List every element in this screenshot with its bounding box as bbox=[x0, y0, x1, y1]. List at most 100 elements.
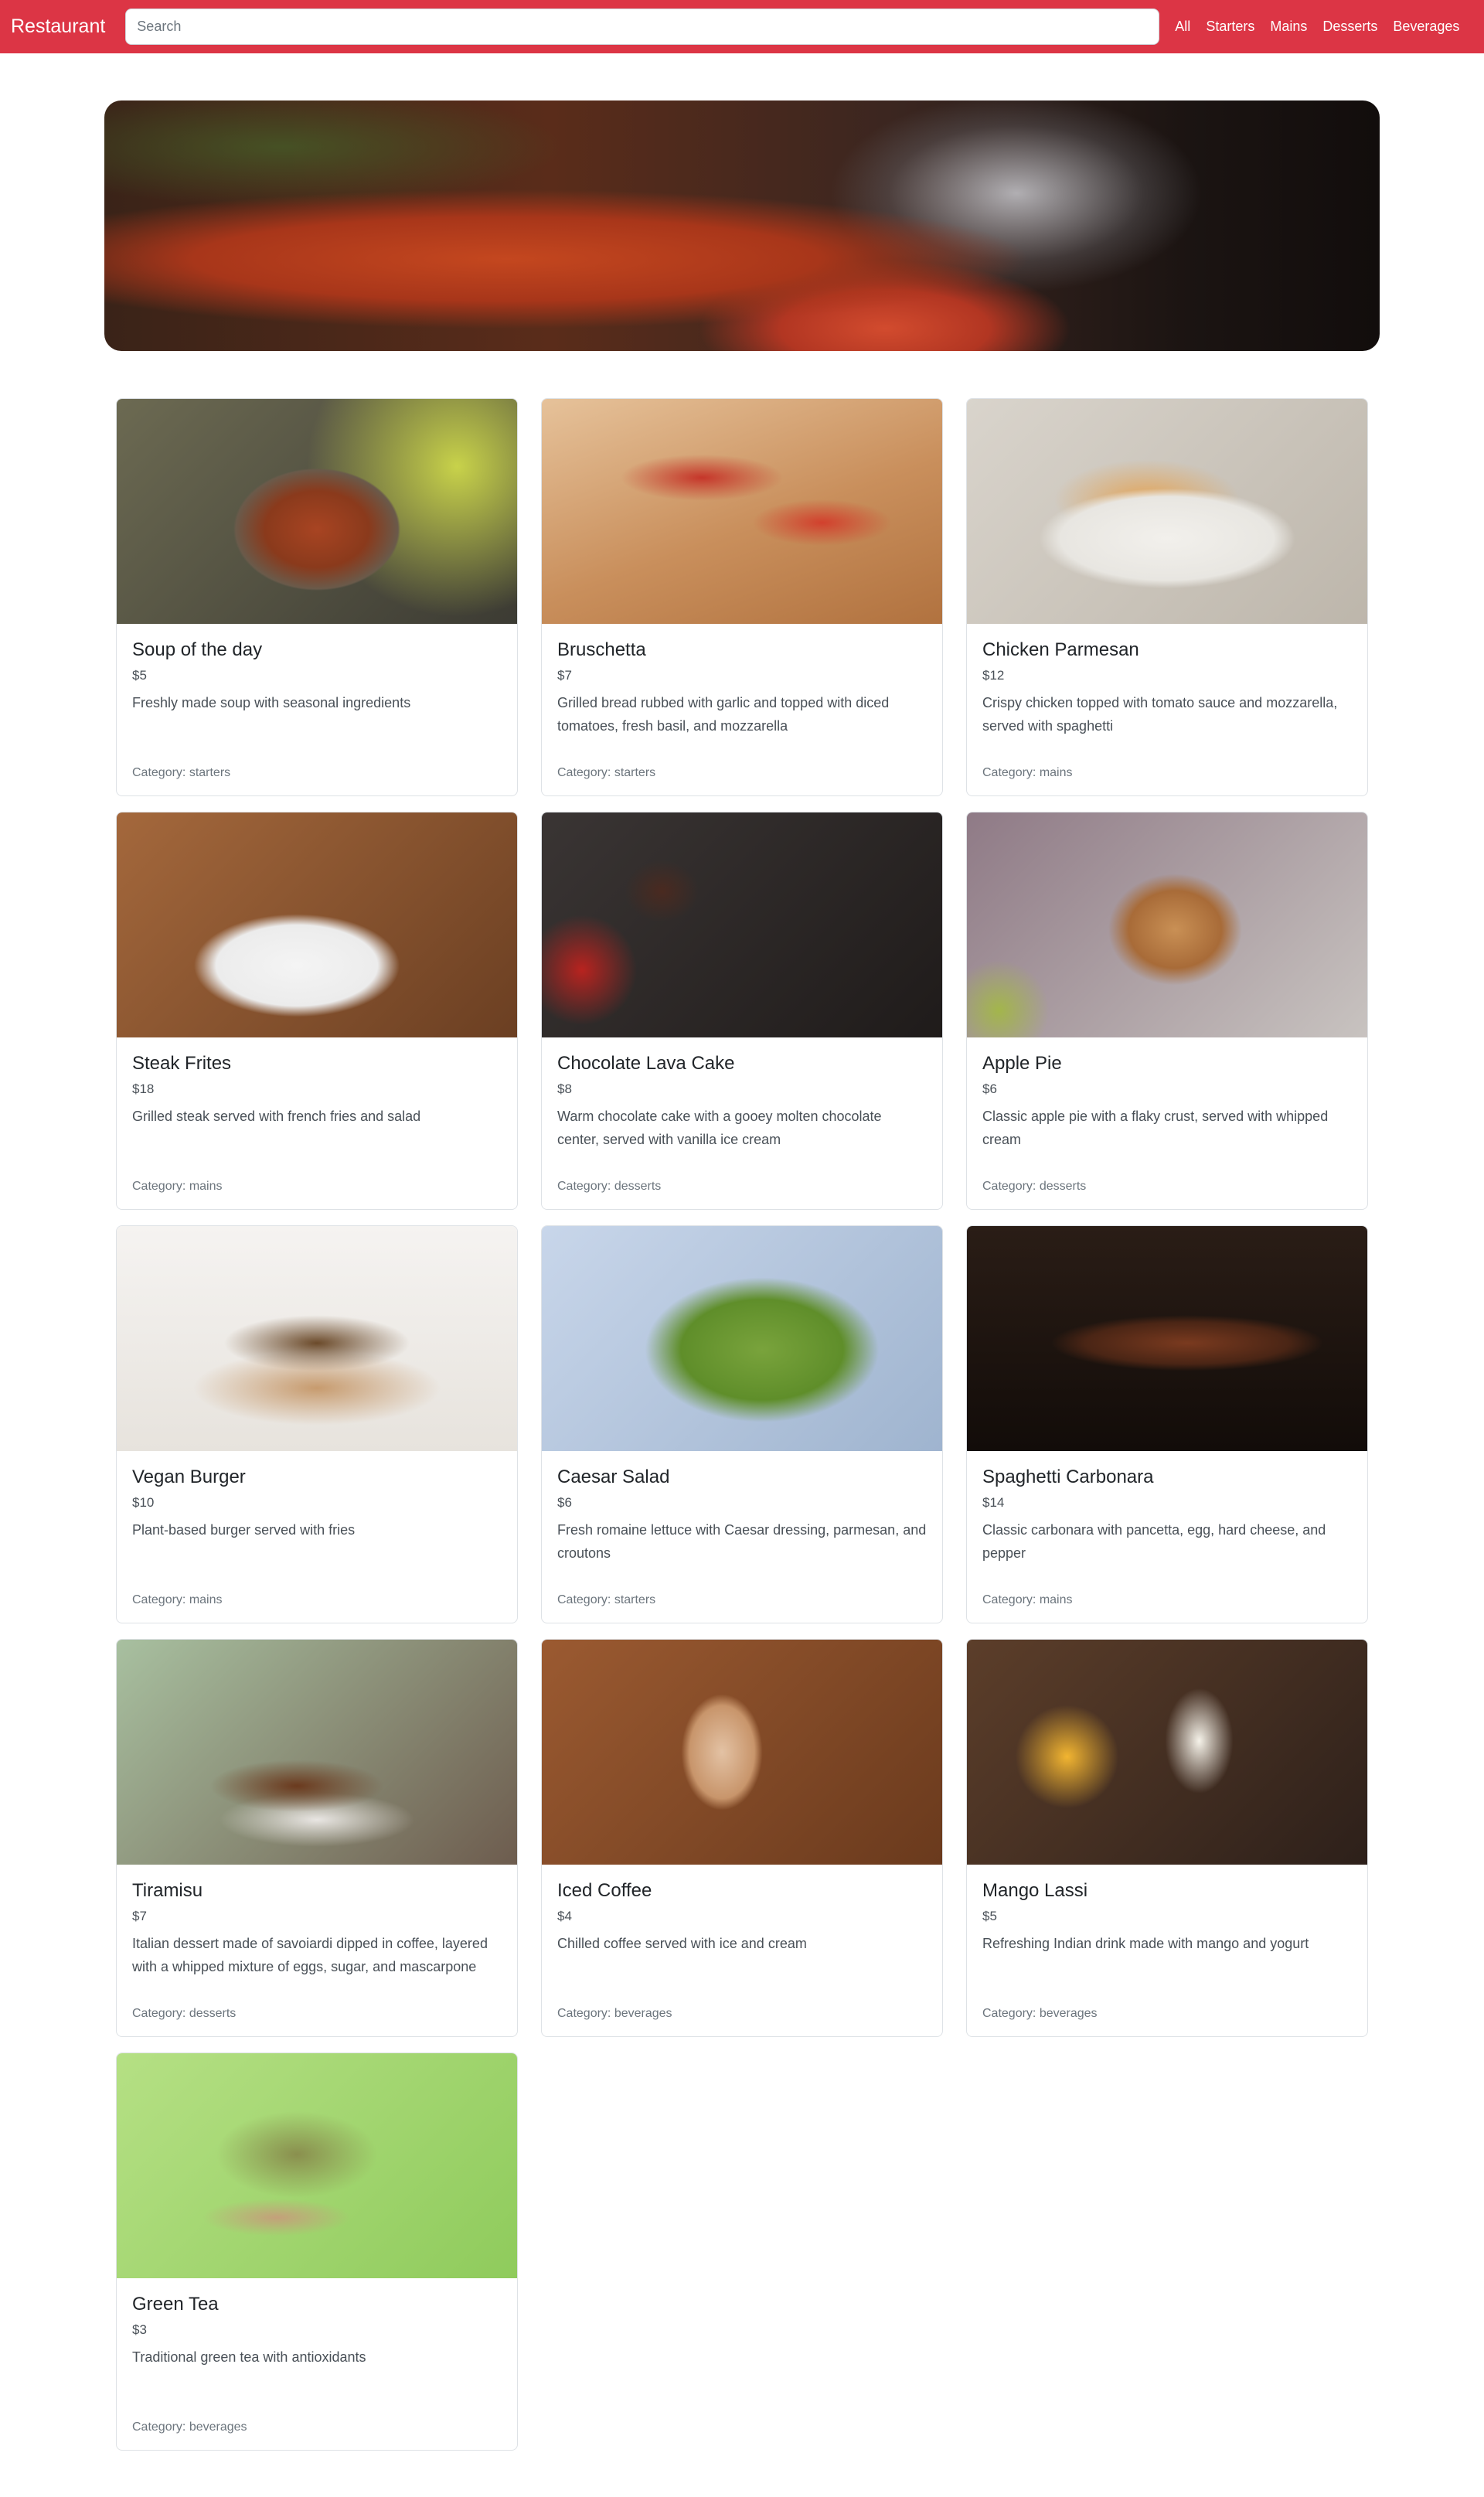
menu-item-body: Chocolate Lava Cake $8 Warm chocolate cake… bbox=[542, 1037, 942, 1209]
menu-item-category: Category: desserts bbox=[982, 1180, 1087, 1193]
menu-item-description: Refreshing Indian drink made with mango … bbox=[982, 1935, 1309, 1951]
menu-item-name: Vegan Burger bbox=[132, 1467, 246, 1487]
menu-item-image bbox=[967, 1640, 1367, 1865]
menu-item-description: Plant-based burger served with fries bbox=[132, 1521, 356, 1538]
menu-item-price: $6 bbox=[982, 1081, 997, 1096]
menu-item-card[interactable]: Chicken Parmesan $12 Crispy chicken topped… bbox=[966, 398, 1368, 796]
brand-logo[interactable]: Restaurant bbox=[11, 17, 105, 36]
menu-item-price: $5 bbox=[132, 667, 147, 683]
nav-link-starters[interactable]: Starters bbox=[1198, 19, 1262, 35]
menu-item-card[interactable]: Green Tea $3 Traditional green tea with an… bbox=[116, 2052, 518, 2451]
hero-banner-image bbox=[104, 100, 1380, 351]
menu-item-description: Italian dessert made of savoiardi dipped… bbox=[132, 1935, 488, 1974]
menu-item-description: Classic carbonara with pancetta, egg, ha… bbox=[982, 1521, 1326, 1561]
menu-item-category: Category: desserts bbox=[132, 2007, 237, 2020]
menu-item-body: Chicken Parmesan $12 Crispy chicken topped… bbox=[967, 624, 1367, 795]
menu-item-name: Bruschetta bbox=[557, 639, 646, 660]
menu-item-card[interactable]: Bruschetta $7 Grilled bread rubbed with ga… bbox=[541, 398, 943, 796]
menu-item-description: Warm chocolate cake with a gooey molten … bbox=[557, 1108, 882, 1147]
menu-item-image bbox=[967, 399, 1367, 624]
nav-link-desserts[interactable]: Desserts bbox=[1315, 19, 1385, 35]
menu-item-name: Caesar Salad bbox=[557, 1467, 670, 1487]
menu-item-name: Green Tea bbox=[132, 2294, 219, 2315]
menu-item-card[interactable]: Mango Lassi $5 Refreshing Indian drink mad… bbox=[966, 1639, 1368, 2037]
menu-item-name: Tiramisu bbox=[132, 1880, 203, 1901]
menu-item-description: Freshly made soup with seasonal ingredie… bbox=[132, 694, 411, 710]
menu-item-body: Caesar Salad $6 Fresh romaine lettuce with… bbox=[542, 1451, 942, 1623]
menu-item-category: Category: mains bbox=[132, 1180, 223, 1193]
menu-item-image bbox=[542, 399, 942, 624]
menu-item-body: Iced Coffee $4 Chilled coffee served with … bbox=[542, 1865, 942, 2036]
menu-item-description: Crispy chicken topped with tomato sauce … bbox=[982, 694, 1338, 734]
menu-item-image bbox=[967, 812, 1367, 1037]
menu-item-card[interactable]: Tiramisu $7 Italian dessert made of savoia… bbox=[116, 1639, 518, 2037]
menu-item-image bbox=[542, 812, 942, 1037]
menu-item-name: Chocolate Lava Cake bbox=[557, 1053, 735, 1074]
menu-item-image bbox=[542, 1226, 942, 1451]
menu-item-image bbox=[117, 1226, 517, 1451]
menu-item-body: Soup of the day $5 Freshly made soup with … bbox=[117, 624, 517, 795]
menu-item-price: $10 bbox=[132, 1494, 155, 1510]
menu-item-category: Category: mains bbox=[132, 1593, 223, 1606]
menu-item-body: Tiramisu $7 Italian dessert made of savoia… bbox=[117, 1865, 517, 2036]
navbar: Restaurant All Starters Mains Desserts B… bbox=[0, 0, 1484, 53]
menu-item-category: Category: beverages bbox=[982, 2007, 1098, 2020]
menu-item-name: Mango Lassi bbox=[982, 1880, 1088, 1901]
menu-item-price: $5 bbox=[982, 1908, 997, 1923]
search-input[interactable] bbox=[125, 9, 1160, 45]
menu-item-price: $7 bbox=[557, 667, 572, 683]
menu-item-card[interactable]: Soup of the day $5 Freshly made soup with … bbox=[116, 398, 518, 796]
menu-item-image bbox=[117, 1640, 517, 1865]
menu-item-description: Grilled bread rubbed with garlic and top… bbox=[557, 694, 890, 734]
menu-item-card[interactable]: Vegan Burger $10 Plant-based burger served… bbox=[116, 1225, 518, 1623]
menu-item-body: Mango Lassi $5 Refreshing Indian drink mad… bbox=[967, 1865, 1367, 2036]
menu-item-body: Bruschetta $7 Grilled bread rubbed with ga… bbox=[542, 624, 942, 795]
menu-item-body: Green Tea $3 Traditional green tea with an… bbox=[117, 2278, 517, 2450]
menu-item-price: $12 bbox=[982, 667, 1005, 683]
nav-link-mains[interactable]: Mains bbox=[1262, 19, 1315, 35]
menu-item-description: Classic apple pie with a flaky crust, se… bbox=[982, 1108, 1329, 1147]
nav-link-beverages[interactable]: Beverages bbox=[1385, 19, 1467, 35]
menu-item-category: Category: starters bbox=[557, 1593, 656, 1606]
menu-item-price: $4 bbox=[557, 1908, 572, 1923]
menu-item-category: Category: beverages bbox=[557, 2007, 672, 2020]
menu-item-name: Iced Coffee bbox=[557, 1880, 652, 1901]
menu-item-card[interactable]: Caesar Salad $6 Fresh romaine lettuce with… bbox=[541, 1225, 943, 1623]
menu-item-card[interactable]: Iced Coffee $4 Chilled coffee served with … bbox=[541, 1639, 943, 2037]
menu-item-price: $8 bbox=[557, 1081, 572, 1096]
menu-item-image bbox=[542, 1640, 942, 1865]
menu-item-name: Spaghetti Carbonara bbox=[982, 1467, 1154, 1487]
menu-item-category: Category: starters bbox=[557, 766, 656, 779]
menu-item-card[interactable]: Steak Frites $18 Grilled steak served with… bbox=[116, 812, 518, 1210]
menu-item-image bbox=[117, 2053, 517, 2278]
menu-item-name: Chicken Parmesan bbox=[982, 639, 1139, 660]
menu-item-category: Category: starters bbox=[132, 766, 231, 779]
menu-item-category: Category: beverages bbox=[132, 2420, 247, 2434]
menu-item-name: Steak Frites bbox=[132, 1053, 232, 1074]
menu-item-price: $6 bbox=[557, 1494, 572, 1510]
menu-item-price: $14 bbox=[982, 1494, 1005, 1510]
menu-item-category: Category: mains bbox=[982, 1593, 1073, 1606]
menu-item-body: Apple Pie $6 Classic apple pie with a flak… bbox=[967, 1037, 1367, 1209]
menu-item-description: Traditional green tea with antioxidants bbox=[132, 2349, 366, 2365]
menu-item-body: Vegan Burger $10 Plant-based burger served… bbox=[117, 1451, 517, 1623]
menu-item-category: Category: desserts bbox=[557, 1180, 662, 1193]
menu-item-category: Category: mains bbox=[982, 766, 1073, 779]
menu-item-name: Apple Pie bbox=[982, 1053, 1062, 1074]
menu-item-image bbox=[117, 399, 517, 624]
menu-item-image bbox=[117, 812, 517, 1037]
menu-item-image bbox=[967, 1226, 1367, 1451]
menu-item-price: $7 bbox=[132, 1908, 147, 1923]
menu-item-description: Fresh romaine lettuce with Caesar dressi… bbox=[557, 1521, 927, 1561]
menu-item-card[interactable]: Chocolate Lava Cake $8 Warm chocolate cake… bbox=[541, 812, 943, 1210]
menu-item-price: $18 bbox=[132, 1081, 155, 1096]
menu-item-name: Soup of the day bbox=[132, 639, 263, 660]
menu-item-card[interactable]: Spaghetti Carbonara $14 Classic carbonara … bbox=[966, 1225, 1368, 1623]
menu-item-card[interactable]: Apple Pie $6 Classic apple pie with a flak… bbox=[966, 812, 1368, 1210]
menu-item-description: Chilled coffee served with ice and cream bbox=[557, 1935, 807, 1951]
nav-link-all[interactable]: All bbox=[1167, 19, 1198, 35]
menu-item-description: Grilled steak served with french fries a… bbox=[132, 1108, 421, 1124]
menu-item-body: Steak Frites $18 Grilled steak served with… bbox=[117, 1037, 517, 1209]
menu-item-body: Spaghetti Carbonara $14 Classic carbonara … bbox=[967, 1451, 1367, 1623]
menu-item-price: $3 bbox=[132, 2322, 147, 2337]
